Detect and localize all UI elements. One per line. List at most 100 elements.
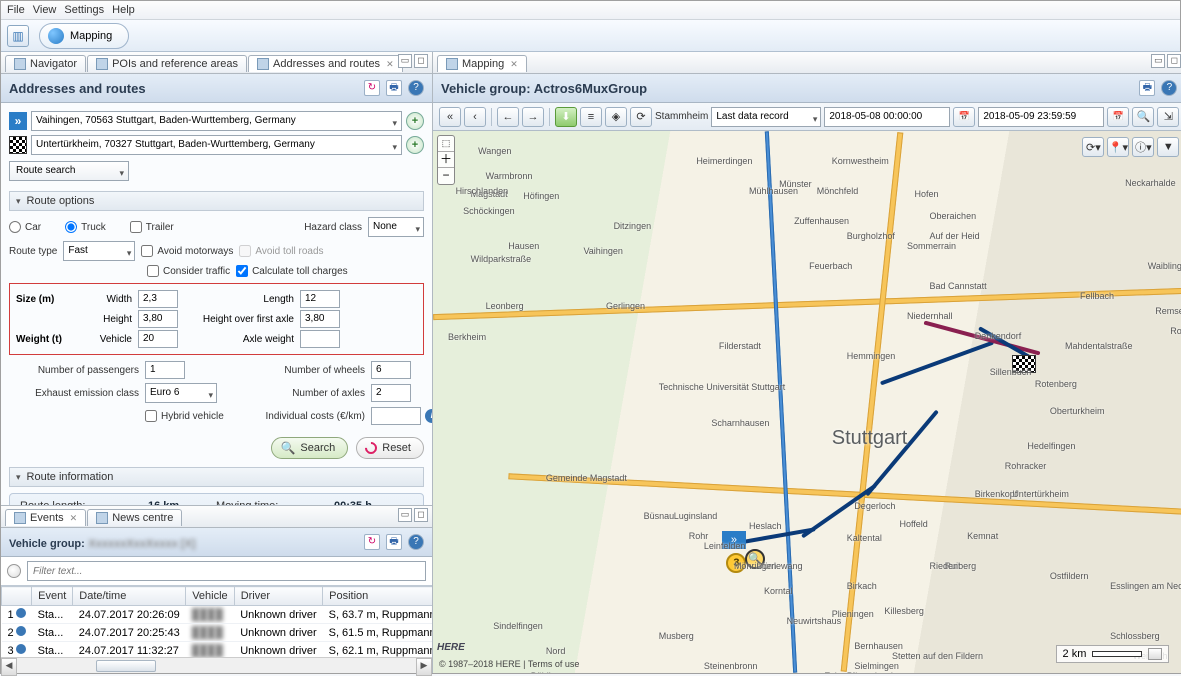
reset-button[interactable]: Reset [356,437,424,459]
close-icon[interactable]: ✕ [70,513,78,524]
route-options-section[interactable]: ▾ Route options [9,191,424,211]
indiv-costs-field[interactable] [371,407,421,425]
close-icon[interactable]: ✕ [386,59,394,70]
height-field[interactable]: 3,80 [138,310,178,328]
zoom-reset[interactable]: ⬚ [438,136,454,152]
last-record-combo[interactable]: Last data record [711,107,821,127]
route-info-section[interactable]: ▾ Route information [9,467,424,487]
length-field[interactable]: 12 [300,290,340,308]
route-type-combo[interactable]: Fast [63,241,135,261]
vehicle-weight-field[interactable]: 20 [138,330,178,348]
filter-button[interactable]: ▼ [1157,137,1179,157]
table-row[interactable]: 1Sta...24.07.2017 20:26:09████Unknown dr… [2,606,433,624]
height-axle-field[interactable]: 3,80 [300,310,340,328]
menu-file[interactable]: File [7,4,25,16]
car-radio[interactable]: Car [9,221,41,233]
tab-news[interactable]: News centre [87,509,182,526]
print-icon[interactable]: 🖶 [1139,80,1155,96]
info-icon[interactable]: i [425,409,432,423]
map-view[interactable]: » 3 🔍 Stuttgart DitzingenGerlingenLeonbe… [433,131,1181,673]
maximize-pane-icon[interactable]: ◻ [414,508,428,522]
help-icon[interactable]: ? [408,534,424,550]
horizontal-scrollbar[interactable] [1,657,432,673]
calc-toll-check[interactable]: Calculate toll charges [236,265,348,277]
tab-pois[interactable]: POIs and reference areas [87,55,247,72]
col-vehicle[interactable]: Vehicle [186,587,234,606]
axles-field[interactable]: 2 [371,384,411,402]
print-icon[interactable]: 🖶 [386,534,402,550]
wheels-field[interactable]: 6 [371,361,411,379]
tab-navigator[interactable]: Navigator [5,55,86,72]
pin-button[interactable]: 📍▾ [1107,137,1129,157]
list-button[interactable]: ≡ [580,107,602,127]
refresh-icon[interactable]: ↻ [364,534,380,550]
export-button[interactable]: ⇲ [1157,107,1179,127]
menu-help[interactable]: Help [112,4,135,16]
route-search-combo[interactable]: Route search [9,161,129,181]
width-field[interactable]: 2,3 [138,290,178,308]
top-toolbar: ▥ Mapping [1,20,1180,52]
maximize-pane-icon[interactable]: ◻ [1167,54,1181,68]
filter-input[interactable] [27,561,426,581]
col-position[interactable]: Position [323,587,432,606]
tab-addresses[interactable]: Addresses and routes✕ [248,55,403,72]
find-button[interactable]: 🔍 [1132,107,1154,127]
menu-settings[interactable]: Settings [64,4,104,16]
minimize-pane-icon[interactable]: ▭ [398,508,412,522]
truck-radio[interactable]: Truck [65,221,106,233]
table-row[interactable]: 2Sta...24.07.2017 20:25:43████Unknown dr… [2,624,433,642]
mapping-tab[interactable]: Mapping [39,23,129,49]
start-address-combo[interactable]: Vaihingen, 70563 Stuttgart, Baden-Wurtte… [31,111,402,131]
add-waypoint-button[interactable]: + [406,112,424,130]
town-label: Denkendorf [975,331,1022,341]
scale-menu-icon[interactable] [1148,648,1162,660]
minimize-pane-icon[interactable]: ▭ [398,54,412,68]
end-address-combo[interactable]: Untertürkheim, 70327 Stuttgart, Baden-Wu… [31,135,402,155]
back-button[interactable]: ← [497,107,519,127]
menu-view[interactable]: View [33,4,57,16]
town-label: Remseck am Neckar [1155,306,1181,316]
maximize-pane-icon[interactable]: ◻ [414,54,428,68]
target-button[interactable]: ◈ [605,107,627,127]
perspective-icon[interactable]: ▥ [7,25,29,47]
minimize-pane-icon[interactable]: ▭ [1151,54,1165,68]
trailer-check[interactable]: Trailer [130,221,174,233]
zoom-in-button[interactable]: ＋ [438,152,454,168]
add-waypoint-button-2[interactable]: + [406,136,424,154]
consider-traffic-check[interactable]: Consider traffic [147,265,230,277]
help-icon[interactable]: ? [408,80,424,96]
date-to-field[interactable]: 2018-05-09 23:59:59 [978,107,1104,127]
passengers-field[interactable]: 1 [145,361,185,379]
layers-button[interactable]: ⟳▾ [1082,137,1104,157]
info-button[interactable]: ⓘ▾ [1132,137,1154,157]
col-driver[interactable]: Driver [234,587,322,606]
fwd-button[interactable]: → [522,107,544,127]
cal-to-button[interactable]: 📅 [1107,107,1129,127]
first-button[interactable]: « [439,107,461,127]
col-event[interactable]: Event [32,587,73,606]
hazard-class-combo[interactable]: None [368,217,424,237]
tab-events[interactable]: Events✕ [5,509,86,526]
tab-mapping[interactable]: Mapping✕ [437,55,527,72]
help-icon[interactable]: ? [1161,80,1177,96]
avoid-motorways-check[interactable]: Avoid motorways [141,245,233,257]
search-button[interactable]: 🔍Search [271,437,348,459]
axle-weight-label: Axle weight [184,334,294,345]
prev-button[interactable]: ‹ [464,107,486,127]
refresh-icon[interactable]: ↻ [364,80,380,96]
date-from-field[interactable]: 2018-05-08 00:00:00 [824,107,950,127]
hybrid-check[interactable]: Hybrid vehicle [145,410,225,422]
cal-from-button[interactable]: 📅 [953,107,975,127]
town-label: Bad Cannstatt [930,281,987,291]
action-button[interactable]: ⟳ [630,107,652,127]
scroll-thumb[interactable] [96,660,156,672]
axle-weight-field[interactable] [300,330,340,348]
emission-combo[interactable]: Euro 6 [145,383,217,403]
col-row[interactable] [2,587,32,606]
close-icon[interactable]: ✕ [510,59,518,70]
table-row[interactable]: 3Sta...24.07.2017 11:32:27████Unknown dr… [2,642,433,658]
zoom-out-button[interactable]: − [438,168,454,184]
col-datetime[interactable]: Date/time [73,587,186,606]
print-icon[interactable]: 🖶 [386,80,402,96]
play-button[interactable]: ⬇ [555,107,577,127]
